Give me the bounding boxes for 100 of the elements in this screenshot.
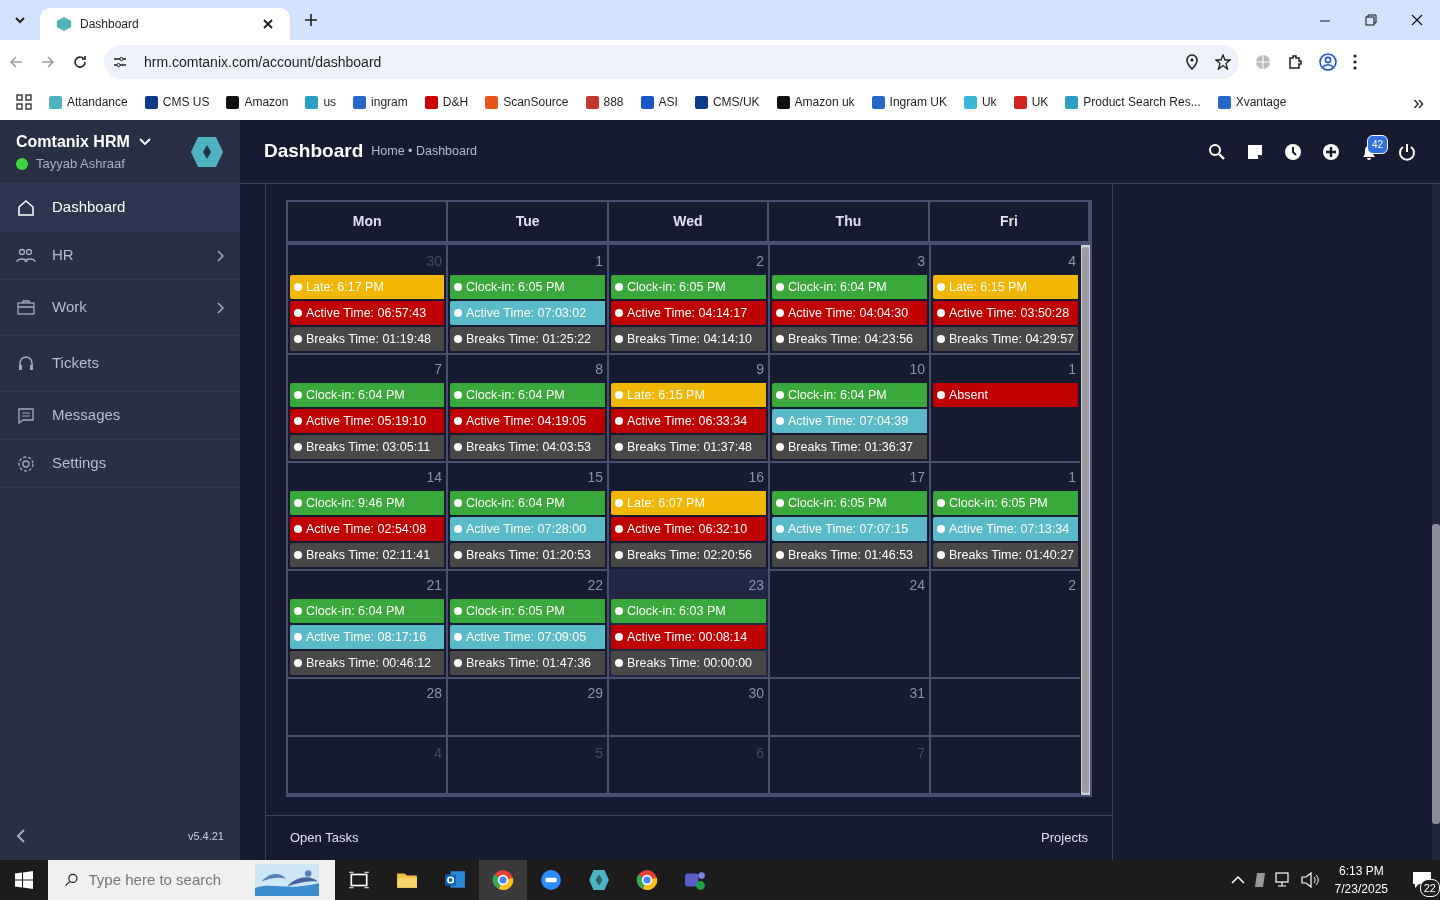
event-bar[interactable]: Active Time: 06:32:10	[611, 517, 766, 541]
bookmark-link[interactable]: Ingram UK	[870, 93, 947, 111]
bookmark-link[interactable]: D&H	[423, 93, 469, 111]
bookmark-link[interactable]: Uk	[962, 93, 997, 111]
chevron-right-icon	[216, 249, 224, 262]
bookmark-link[interactable]: Attandance	[48, 93, 128, 111]
event-bar[interactable]: Active Time: 04:14:17	[611, 301, 766, 325]
bookmark-link[interactable]: CMS US	[143, 93, 210, 111]
bookmark-star-icon[interactable]	[1215, 54, 1231, 70]
note-icon[interactable]	[1246, 142, 1264, 161]
chevron-down-icon[interactable]	[137, 136, 152, 147]
chat-app-icon[interactable]	[684, 869, 706, 891]
favicon-icon	[352, 94, 368, 110]
bookmark-link[interactable]: CMS/UK	[693, 93, 760, 111]
reload-icon[interactable]	[72, 54, 88, 70]
close-icon[interactable]	[262, 18, 274, 30]
event-bar[interactable]: Breaks Time: 04:14:10	[611, 327, 766, 351]
event-bar[interactable]: Active Time: 04:04:30	[772, 301, 927, 325]
event-bar[interactable]: Breaks Time: 01:37:48	[611, 435, 766, 459]
event-bar[interactable]: Breaks Time: 00:00:00	[611, 651, 766, 675]
bookmark-link[interactable]: ScanSource	[484, 93, 569, 111]
hexagon-app-icon[interactable]	[588, 869, 610, 891]
event-bar[interactable]: Breaks Time: 01:36:37	[772, 435, 927, 459]
profile-icon[interactable]	[1319, 53, 1337, 71]
event-bar[interactable]: Absent	[933, 383, 1078, 407]
taskbar-search-bar[interactable]: Type here to search	[48, 860, 335, 900]
notification-badge: 42	[1366, 134, 1388, 154]
day-number: 29	[586, 684, 604, 703]
event-bar[interactable]: Breaks Time: 02:20:56	[611, 543, 766, 567]
event-bar[interactable]: Breaks Time: 04:29:57	[933, 327, 1078, 351]
address-bar[interactable]: hrm.comtanix.com/account/dashboard	[104, 45, 1239, 79]
search-icon[interactable]	[1208, 142, 1226, 161]
bookmark-link[interactable]: Amazon	[225, 93, 289, 111]
chevron-up-icon[interactable]	[1230, 875, 1245, 885]
notification-count: 22	[1419, 878, 1440, 897]
page-title: Dashboard	[264, 139, 364, 164]
bookmark-link[interactable]: UK	[1012, 93, 1049, 111]
close-icon[interactable]	[1411, 14, 1423, 26]
add-icon[interactable]	[1322, 142, 1340, 161]
day-number: 3	[916, 252, 926, 271]
bookmark-link[interactable]: Product Search Res...	[1064, 93, 1201, 111]
browser-icon[interactable]	[492, 869, 514, 891]
day-number: 1	[594, 252, 604, 271]
favicon-icon	[484, 94, 500, 110]
scrollbar[interactable]	[1081, 245, 1090, 795]
event-bar[interactable]: Breaks Time: 03:05:11	[290, 435, 444, 459]
event-bar[interactable]: Active Time: 00:08:14	[611, 625, 766, 649]
day-number: 2	[755, 252, 765, 271]
event-bar[interactable]: Breaks Time: 04:03:53	[450, 435, 605, 459]
settings-icon	[16, 453, 36, 474]
browser-icon[interactable]	[636, 869, 658, 891]
event-bar[interactable]: Breaks Time: 01:20:53	[450, 543, 605, 567]
apps-icon[interactable]	[16, 94, 32, 110]
clock-icon[interactable]	[1284, 142, 1302, 161]
section-tab[interactable]: Projects	[1041, 828, 1088, 848]
favicon-icon	[775, 94, 791, 110]
event-bar[interactable]: Active Time: 05:19:10	[290, 409, 444, 433]
bookmark-link[interactable]: us	[304, 93, 337, 111]
bookmark-link[interactable]: ingram	[352, 93, 408, 111]
event-bar[interactable]: Breaks Time: 00:46:12	[290, 651, 444, 675]
event-bar[interactable]: Breaks Time: 01:47:36	[450, 651, 605, 675]
site-settings-icon[interactable]	[112, 54, 128, 70]
day-number: 15	[586, 468, 604, 487]
event-bar[interactable]: Breaks Time: 01:25:22	[450, 327, 605, 351]
bookmark-link[interactable]: ASI	[639, 93, 678, 111]
event-bar[interactable]: Active Time: 04:19:05	[450, 409, 605, 433]
event-bar[interactable]: Active Time: 06:33:34	[611, 409, 766, 433]
page-scrollbar[interactable]	[1432, 184, 1440, 860]
forward-icon[interactable]	[40, 54, 56, 70]
search-field[interactable]: Type here to search	[86, 867, 247, 893]
more-icon[interactable]	[1353, 54, 1357, 70]
bookmark-link[interactable]: 888	[584, 93, 624, 111]
event-bar[interactable]: Breaks Time: 02:11:41	[290, 543, 444, 567]
restore-icon[interactable]	[1365, 14, 1377, 26]
back-icon[interactable]	[8, 54, 24, 70]
event-bar[interactable]: Active Time: 02:54:08	[290, 517, 444, 541]
more-bookmarks-button[interactable]: »	[1412, 87, 1424, 117]
location-pin-icon[interactable]	[1185, 54, 1199, 70]
event-bar[interactable]: Breaks Time: 01:40:27	[933, 543, 1078, 567]
breadcrumb-text: Home • Dashboard	[371, 143, 478, 161]
event-bar[interactable]: Active Time: 06:57:43	[290, 301, 444, 325]
sidebar-item[interactable]: Dashboard	[0, 184, 240, 232]
app-logo-icon[interactable]	[190, 135, 224, 168]
volume-icon[interactable]	[1300, 872, 1319, 888]
start-icon[interactable]	[15, 871, 33, 889]
day-header: Tue	[448, 202, 609, 241]
new-tab-icon[interactable]	[304, 13, 318, 27]
bookmark-link[interactable]: Xvantage	[1216, 93, 1287, 111]
event-bar[interactable]: Breaks Time: 04:23:56	[772, 327, 927, 351]
section-tab[interactable]: Open Tasks	[290, 828, 359, 848]
browser-tab[interactable]: Dashboard	[40, 8, 290, 40]
collapse-icon[interactable]	[16, 828, 26, 843]
mail-app-icon[interactable]	[444, 869, 466, 891]
event-bar[interactable]: Breaks Time: 01:19:48	[290, 327, 444, 351]
event-bar[interactable]: Breaks Time: 01:46:53	[772, 543, 927, 567]
task-view-icon[interactable]	[348, 869, 370, 891]
power-icon[interactable]	[1398, 142, 1416, 161]
bookmark-link[interactable]: Amazon uk	[775, 93, 855, 111]
event-bar[interactable]: Active Time: 03:50:28	[933, 301, 1078, 325]
extensions-icon[interactable]	[1287, 54, 1303, 70]
